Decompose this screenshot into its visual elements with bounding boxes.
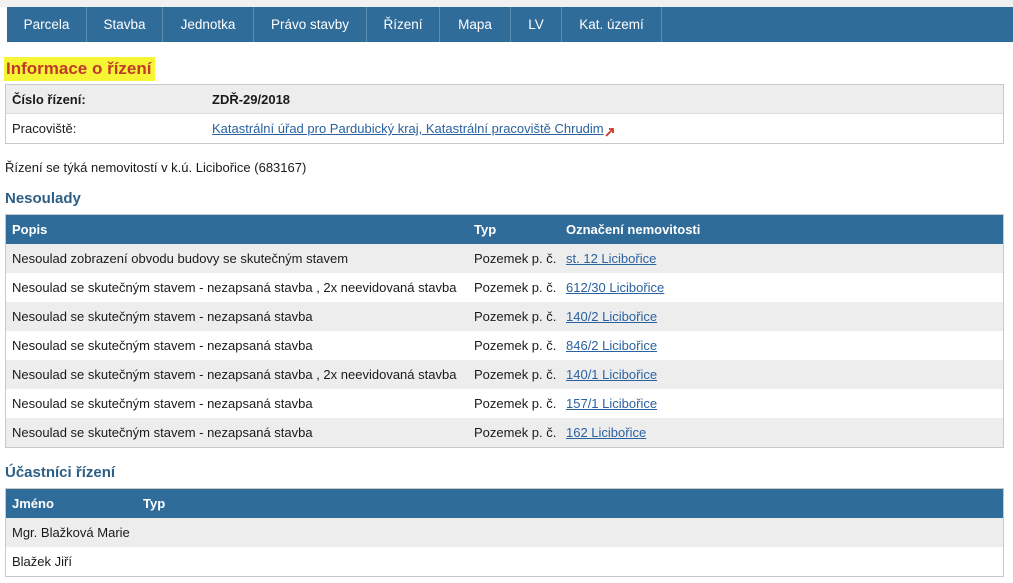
cell-typ: Pozemek p. č. — [474, 425, 557, 440]
nav-tab-kat-uzemi[interactable]: Kat. území — [562, 7, 662, 42]
cell-popis: Nesoulad se skutečným stavem - nezapsaná… — [12, 367, 457, 382]
cell-jmeno: Mgr. Blažková Marie — [12, 525, 130, 540]
header-typ: Typ — [143, 496, 166, 511]
ucastnici-table: Jméno Typ Mgr. Blažková Marie Blažek Jiř… — [5, 488, 1004, 577]
cell-typ: Pozemek p. č. — [474, 338, 557, 353]
cell-popis: Nesoulad se skutečným stavem - nezapsaná… — [12, 425, 313, 440]
header-popis: Popis — [12, 222, 48, 237]
external-link-icon[interactable] — [604, 125, 615, 137]
nav-tab-rizeni[interactable]: Řízení — [367, 7, 440, 42]
cell-typ: Pozemek p. č. — [474, 367, 557, 382]
nesoulady-table: Popis Typ Označení nemovitosti Nesoulad … — [5, 214, 1004, 448]
pracoviste-value: Katastrální úřad pro Pardubický kraj, Ka… — [212, 121, 615, 137]
header-typ: Typ — [474, 222, 497, 237]
cell-popis: Nesoulad se skutečným stavem - nezapsaná… — [12, 309, 313, 324]
nav-tab-stavba[interactable]: Stavba — [87, 7, 163, 42]
section-title-nesoulady: Nesoulady — [5, 190, 81, 207]
cell-typ: Pozemek p. č. — [474, 280, 557, 295]
table-row: Blažek Jiří — [6, 547, 1003, 576]
section-title-ucastnici: Účastníci řízení — [5, 464, 116, 481]
pracoviste-label: Pracoviště: — [12, 121, 77, 136]
info-row-pracoviste: Pracoviště: Katastrální úřad pro Pardubi… — [6, 114, 1003, 143]
info-box: Číslo řízení: ZDŘ-29/2018 Pracoviště: Ka… — [5, 84, 1004, 144]
ucastnici-header-row: Jméno Typ — [6, 489, 1003, 518]
header-jmeno: Jméno — [12, 496, 54, 511]
rizeni-note: Řízení se týká nemovitostí v k.ú. Licibo… — [5, 160, 307, 175]
nav-tab-pravo-stavby[interactable]: Právo stavby — [254, 7, 367, 42]
table-row: Nesoulad se skutečným stavem - nezapsaná… — [6, 331, 1003, 360]
nemovitost-link[interactable]: 140/2 Licibořice — [566, 302, 657, 331]
table-row: Nesoulad se skutečným stavem - nezapsaná… — [6, 273, 1003, 302]
cell-popis: Nesoulad se skutečným stavem - nezapsaná… — [12, 280, 457, 295]
nav-tab-mapa[interactable]: Mapa — [440, 7, 511, 42]
nemovitost-link[interactable]: 157/1 Licibořice — [566, 389, 657, 418]
table-row: Nesoulad se skutečným stavem - nezapsaná… — [6, 389, 1003, 418]
cislo-rizeni-label: Číslo řízení: — [12, 91, 86, 107]
cell-popis: Nesoulad zobrazení obvodu budovy se skut… — [12, 251, 349, 266]
cell-typ: Pozemek p. č. — [474, 251, 557, 266]
pracoviste-link[interactable]: Katastrální úřad pro Pardubický kraj, Ka… — [212, 121, 604, 136]
cell-popis: Nesoulad se skutečným stavem - nezapsaná… — [12, 338, 313, 353]
top-strip — [0, 0, 1013, 7]
main-nav: Parcela Stavba Jednotka Právo stavby Říz… — [7, 7, 1013, 42]
nemovitost-link[interactable]: 846/2 Licibořice — [566, 331, 657, 360]
table-row: Nesoulad se skutečným stavem - nezapsaná… — [6, 360, 1003, 389]
nemovitost-link[interactable]: st. 12 Licibořice — [566, 244, 656, 273]
table-row: Nesoulad zobrazení obvodu budovy se skut… — [6, 244, 1003, 273]
nesoulady-header-row: Popis Typ Označení nemovitosti — [6, 215, 1003, 244]
table-row: Nesoulad se skutečným stavem - nezapsaná… — [6, 302, 1003, 331]
header-oznaceni: Označení nemovitosti — [566, 222, 701, 237]
cell-popis: Nesoulad se skutečným stavem - nezapsaná… — [12, 396, 313, 411]
nav-tab-parcela[interactable]: Parcela — [7, 7, 87, 42]
nemovitost-link[interactable]: 140/1 Licibořice — [566, 360, 657, 389]
cell-jmeno: Blažek Jiří — [12, 554, 72, 569]
table-row: Mgr. Blažková Marie — [6, 518, 1003, 547]
nav-tab-lv[interactable]: LV — [511, 7, 562, 42]
cell-typ: Pozemek p. č. — [474, 396, 557, 411]
nemovitost-link[interactable]: 612/30 Licibořice — [566, 273, 664, 302]
cislo-rizeni-value: ZDŘ-29/2018 — [212, 91, 291, 107]
nav-tab-jednotka[interactable]: Jednotka — [163, 7, 254, 42]
page-title: Informace o řízení — [4, 57, 156, 81]
nemovitost-link[interactable]: 162 Licibořice — [566, 418, 646, 447]
info-row-cislo: Číslo řízení: ZDŘ-29/2018 — [6, 85, 1003, 114]
table-row: Nesoulad se skutečným stavem - nezapsaná… — [6, 418, 1003, 447]
cell-typ: Pozemek p. č. — [474, 309, 557, 324]
